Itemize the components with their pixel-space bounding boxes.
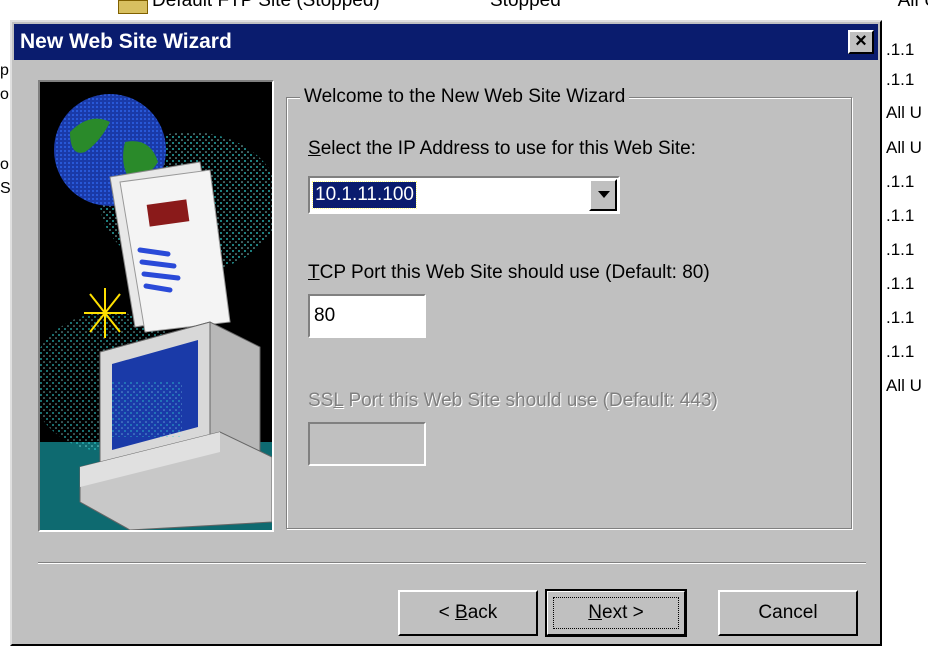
- background-left-fragment: Si: [0, 180, 10, 197]
- background-right-fragment: .1.1: [886, 240, 915, 259]
- wizard-illustration: [38, 80, 274, 532]
- cancel-button[interactable]: Cancel: [718, 590, 858, 636]
- group-box-legend: Welcome to the New Web Site Wizard: [300, 86, 630, 108]
- title-bar[interactable]: New Web Site Wizard ×: [14, 24, 878, 60]
- wizard-dialog: New Web Site Wizard × Welcome to the New…: [10, 20, 882, 646]
- background-list-window: Default FTP Site (Stopped) Stopped * All…: [0, 0, 928, 20]
- background-right-fragment: .1.1: [886, 206, 915, 225]
- background-right-fragment: All U: [886, 103, 922, 122]
- ssl-port-label: SSL Port this Web Site should use (Defau…: [308, 390, 718, 411]
- background-right-fragment: .1.1: [886, 308, 915, 327]
- background-right-fragment: .1.1: [886, 172, 915, 191]
- ssl-port-input[interactable]: [308, 422, 426, 466]
- ip-address-dropdown[interactable]: 10.1.11.100: [308, 176, 620, 214]
- background-right-fragment: All U: [886, 138, 922, 157]
- next-button[interactable]: Next >: [545, 589, 687, 637]
- close-button[interactable]: ×: [848, 30, 874, 54]
- globe-document-computer-icon: [40, 82, 272, 530]
- background-right-fragment: .1.1: [886, 274, 915, 293]
- background-site-state: Stopped: [490, 0, 561, 11]
- background-left-fragment: o: [0, 86, 9, 103]
- background-right-fragment: .1.1: [886, 40, 915, 59]
- ip-address-selected-value: 10.1.11.100: [312, 181, 417, 209]
- background-right-fragment: All U: [886, 376, 922, 395]
- chevron-down-icon[interactable]: [589, 179, 617, 211]
- background-site-ip: * All U: [886, 0, 928, 11]
- tcp-port-input[interactable]: [308, 294, 426, 338]
- background-site-name: Default FTP Site (Stopped): [152, 0, 380, 11]
- back-button[interactable]: < Back: [398, 590, 538, 636]
- tcp-port-label: TCP Port this Web Site should use (Defau…: [308, 262, 710, 283]
- button-separator: [38, 562, 866, 564]
- close-icon: ×: [855, 30, 867, 52]
- folder-icon: [118, 0, 148, 14]
- background-right-fragment: .1.1: [886, 70, 915, 89]
- ip-address-label: Select the IP Address to use for this We…: [308, 138, 696, 159]
- background-right-fragment: .1.1: [886, 342, 915, 361]
- dialog-title: New Web Site Wizard: [20, 30, 232, 53]
- background-left-fragment: p: [0, 62, 9, 79]
- background-left-fragment: o: [0, 156, 9, 173]
